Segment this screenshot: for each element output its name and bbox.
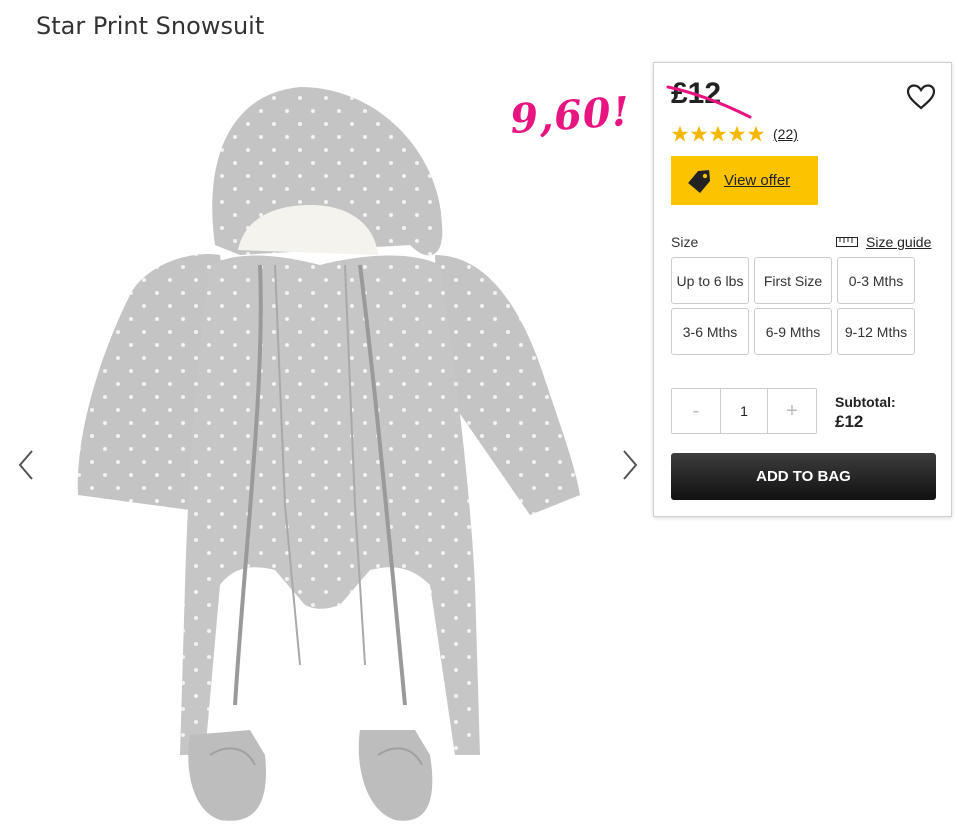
star-icon (728, 125, 746, 142)
star-icon (690, 125, 708, 142)
star-icon (671, 125, 689, 142)
size-option-0-3-mths[interactable]: 0-3 Mths (837, 257, 915, 304)
chevron-left-icon (18, 450, 33, 480)
product-gallery (0, 55, 650, 837)
star-icon (709, 125, 727, 142)
price-tag-icon (688, 169, 711, 193)
handwritten-price-annotation: 9,60! (508, 87, 632, 143)
size-label: Size (671, 234, 699, 250)
size-guide-link[interactable]: Size guide (836, 234, 931, 250)
product-image (77, 87, 580, 821)
size-option-up-to-6-lbs[interactable]: Up to 6 lbs (671, 257, 749, 304)
quantity-stepper: - + (671, 388, 817, 434)
purchase-panel: £12 (22) View offer Size Size guide Up t… (653, 62, 952, 517)
size-option-6-9-mths[interactable]: 6-9 Mths (754, 308, 832, 355)
size-option-first-size[interactable]: First Size (754, 257, 832, 304)
heart-outline-icon (906, 84, 936, 110)
product-rating: (22) (671, 125, 798, 143)
size-guide-label: Size guide (866, 234, 932, 250)
star-icon (747, 125, 765, 142)
reviews-count-link[interactable]: (22) (773, 126, 798, 142)
ruler-icon (836, 237, 858, 247)
price: £12 (666, 77, 752, 119)
add-to-bag-button[interactable]: ADD TO BAG (671, 453, 936, 500)
subtotal-value: £12 (835, 412, 864, 431)
view-offer-button[interactable]: View offer (671, 156, 818, 205)
product-title: Star Print Snowsuit (36, 12, 265, 40)
wishlist-button[interactable] (906, 83, 936, 114)
size-option-9-12-mths[interactable]: 9-12 Mths (837, 308, 915, 355)
rating-stars (671, 125, 765, 143)
subtotal: Subtotal: £12 (835, 394, 896, 432)
size-option-3-6-mths[interactable]: 3-6 Mths (671, 308, 749, 355)
price-strikethrough-mark (666, 85, 752, 119)
quantity-increase-button[interactable]: + (768, 389, 816, 433)
view-offer-label: View offer (724, 172, 791, 189)
quantity-input[interactable] (720, 389, 768, 433)
quantity-decrease-button[interactable]: - (672, 389, 720, 433)
gallery-prev-button[interactable] (14, 445, 38, 485)
chevron-right-icon (623, 450, 638, 480)
subtotal-label: Subtotal: (835, 394, 896, 410)
gallery-next-button[interactable] (618, 445, 642, 485)
